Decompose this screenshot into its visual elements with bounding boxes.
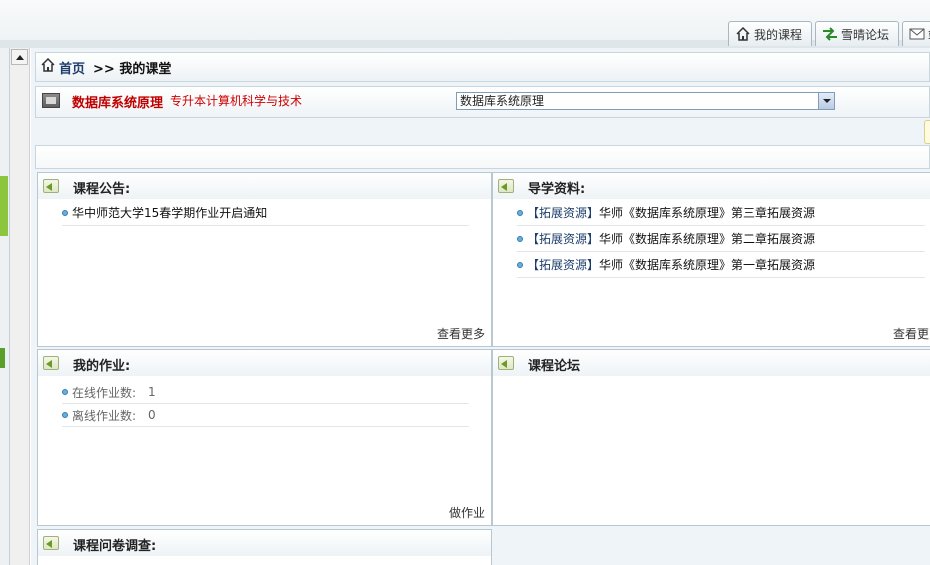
arrow-left-icon — [498, 356, 514, 370]
bullet-icon — [517, 235, 523, 242]
homework-online-label: 在线作业数: — [72, 385, 137, 400]
bullet-icon — [517, 261, 523, 268]
guide-item-text: 华师《数据库系统原理》第一章拓展资源 — [599, 258, 816, 272]
mail-icon — [909, 27, 925, 41]
guide-item-text: 华师《数据库系统原理》第三章拓展资源 — [599, 206, 816, 220]
left-frame-accent — [0, 176, 8, 236]
guide-item[interactable]: 【拓展资源】 华师《数据库系统原理》第三章拓展资源 — [517, 200, 925, 226]
do-homework-link[interactable]: 做作业 — [449, 504, 485, 521]
survey-panel: 课程问卷调查: — [37, 529, 492, 565]
notice-title: 课程公告: — [73, 182, 131, 197]
survey-title: 课程问卷调查: — [73, 539, 157, 554]
homework-offline-value: 0 — [148, 408, 156, 422]
arrow-left-icon — [43, 536, 59, 550]
homework-online-count: 在线作业数: 1 — [62, 381, 469, 404]
notice-more-link[interactable]: 查看更多 — [437, 325, 485, 342]
forum-title: 课程论坛 — [528, 359, 581, 374]
side-tab[interactable] — [924, 120, 930, 144]
course-name: 数据库系统原理 — [72, 96, 164, 111]
breadcrumb-current: >> 我的课堂 — [93, 61, 172, 77]
home-icon — [735, 26, 751, 41]
homework-panel: 我的作业: 在线作业数: 1 离线作业数: 0 做作业 — [37, 349, 492, 526]
course-icon — [42, 93, 60, 108]
bullet-icon — [62, 389, 68, 395]
guide-more-link[interactable]: 查看更多 — [893, 325, 930, 342]
vertical-scrollbar[interactable] — [10, 48, 30, 565]
tab-forum-label: 雪晴论坛 — [841, 27, 890, 42]
tab-mail[interactable]: 站 — [902, 21, 930, 46]
main-content: 首页 >> 我的课堂 数据库系统原理 专升本计算机科学与技术 数据库系统原理 课… — [31, 48, 930, 565]
homework-offline-label: 离线作业数: — [72, 408, 137, 423]
top-header: 我的课程 雪晴论坛 站 — [0, 0, 930, 48]
guide-panel: 导学资料: 【拓展资源】 华师《数据库系统原理》第三章拓展资源 【拓展资源】 华师《… — [492, 172, 930, 347]
left-frame — [0, 48, 10, 565]
breadcrumb-home-link[interactable]: 首页 — [59, 58, 85, 77]
homework-title: 我的作业: — [73, 359, 131, 374]
homework-offline-count: 离线作业数: 0 — [62, 404, 469, 427]
bullet-icon — [517, 209, 523, 216]
arrow-left-icon — [43, 179, 59, 193]
tab-forum[interactable]: 雪晴论坛 — [815, 21, 899, 46]
forum-panel: 课程论坛 — [492, 349, 930, 526]
guide-item[interactable]: 【拓展资源】 华师《数据库系统原理》第一章拓展资源 — [517, 252, 925, 278]
arrow-left-icon — [498, 179, 514, 193]
notice-panel: 课程公告: 华中师范大学15春学期作业开启通知 查看更多 — [37, 172, 492, 347]
left-frame-accent-small — [0, 348, 5, 368]
arrows-icon — [822, 27, 838, 41]
tab-my-courses-label: 我的课程 — [754, 27, 803, 42]
course-select-value: 数据库系统原理 — [460, 94, 545, 108]
course-bar: 数据库系统原理 专升本计算机科学与技术 数据库系统原理 — [35, 86, 930, 118]
arrow-left-icon — [43, 356, 59, 370]
toolbar-strip — [35, 145, 930, 169]
guide-item-tag: 【拓展资源】 — [527, 206, 600, 220]
course-major: 专升本计算机科学与技术 — [170, 94, 303, 108]
bullet-icon — [62, 412, 68, 418]
homework-online-value: 1 — [148, 385, 156, 399]
scroll-up-arrow-icon[interactable] — [11, 49, 28, 65]
guide-title: 导学资料: — [528, 182, 586, 197]
chevron-down-icon[interactable] — [818, 93, 834, 109]
notice-item[interactable]: 华中师范大学15春学期作业开启通知 — [62, 200, 469, 226]
tab-my-courses[interactable]: 我的课程 — [728, 21, 812, 46]
guide-item-tag: 【拓展资源】 — [527, 232, 600, 246]
guide-item[interactable]: 【拓展资源】 华师《数据库系统原理》第二章拓展资源 — [517, 226, 925, 252]
home-icon — [40, 57, 56, 76]
notice-list: 华中师范大学15春学期作业开启通知 — [62, 200, 469, 226]
homework-list: 在线作业数: 1 离线作业数: 0 — [62, 381, 469, 427]
breadcrumb: 首页 >> 我的课堂 — [35, 52, 930, 82]
guide-item-text: 华师《数据库系统原理》第二章拓展资源 — [599, 232, 816, 246]
guide-item-tag: 【拓展资源】 — [527, 258, 600, 272]
guide-list: 【拓展资源】 华师《数据库系统原理》第三章拓展资源 【拓展资源】 华师《数据库系统原… — [517, 200, 925, 278]
bullet-icon — [62, 209, 68, 216]
course-select[interactable]: 数据库系统原理 — [456, 92, 835, 110]
notice-item-text: 华中师范大学15春学期作业开启通知 — [72, 206, 268, 220]
